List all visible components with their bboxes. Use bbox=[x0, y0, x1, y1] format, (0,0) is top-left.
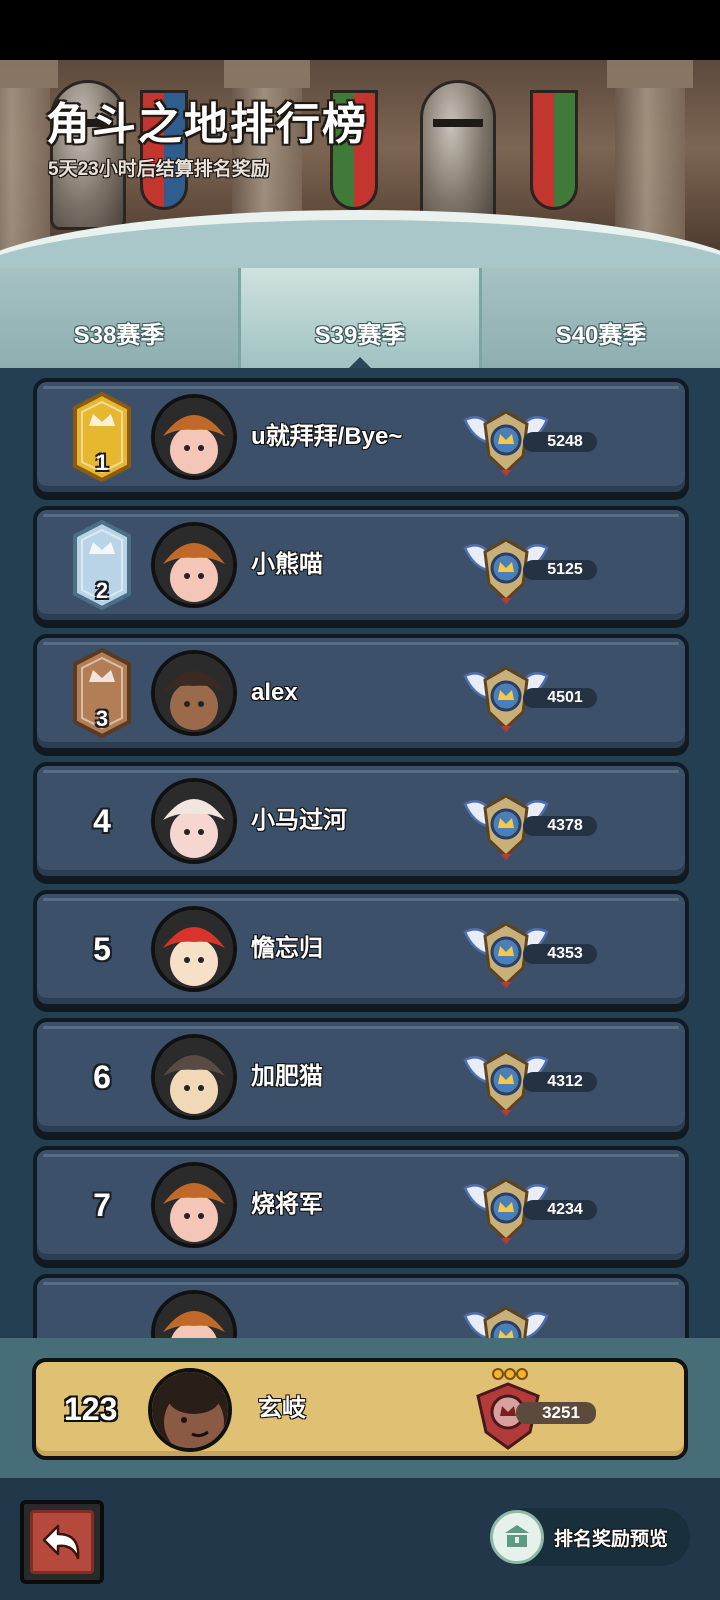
leaderboard-row[interactable]: 4 小马过河 4378 bbox=[33, 762, 689, 880]
my-rank-panel: 123 玄岐 3251 bbox=[0, 1338, 720, 1478]
rank-number: 7 bbox=[93, 1187, 111, 1223]
player-name: 憺忘归 bbox=[251, 935, 323, 962]
reward-preview-button[interactable]: 排名奖励预览 bbox=[490, 1508, 690, 1566]
rank-number: 6 bbox=[93, 1059, 111, 1095]
leaderboard-row[interactable]: 6 加肥猫 4312 bbox=[33, 1018, 689, 1136]
player-avatar[interactable] bbox=[151, 394, 237, 480]
player-name: 小熊喵 bbox=[251, 551, 323, 578]
player-avatar[interactable] bbox=[151, 1162, 237, 1248]
leaderboard-row[interactable]: 7 烧将军 4234 bbox=[33, 1146, 689, 1264]
status-bar bbox=[0, 0, 720, 60]
bottom-bar: 排名奖励预览 bbox=[0, 1478, 720, 1600]
player-score: 5248 bbox=[523, 432, 597, 452]
leaderboard-row[interactable]: 2 小熊喵 5125 bbox=[33, 506, 689, 624]
back-button[interactable] bbox=[20, 1500, 104, 1584]
player-score: 4501 bbox=[523, 688, 597, 708]
rank-number: 2 bbox=[95, 578, 109, 603]
back-arrow-icon bbox=[30, 1510, 94, 1574]
reward-chest-icon bbox=[490, 1510, 544, 1564]
player-score: 5125 bbox=[523, 560, 597, 580]
player-avatar[interactable] bbox=[151, 1290, 237, 1338]
knight-armor-decoration bbox=[420, 80, 496, 230]
winged-crown-emblem-icon bbox=[461, 1294, 551, 1338]
rank-number: 4 bbox=[93, 803, 111, 839]
my-player-name: 玄岐 bbox=[258, 1395, 306, 1422]
player-name: 加肥猫 bbox=[251, 1063, 323, 1090]
player-score: 4353 bbox=[523, 944, 597, 964]
settlement-countdown: 5天23小时后结算排名奖励 bbox=[48, 159, 270, 180]
player-avatar[interactable] bbox=[151, 522, 237, 608]
player-score: 4312 bbox=[523, 1072, 597, 1092]
leaderboard-row[interactable] bbox=[33, 1274, 689, 1338]
leaderboard-list[interactable]: 1 u就拜拜/Bye~ 5248 2 小熊喵 5125 3 alex 4501 … bbox=[0, 368, 720, 1338]
my-score: 3251 bbox=[516, 1402, 596, 1424]
my-rank-number: 123 bbox=[64, 1391, 118, 1427]
reward-preview-label: 排名奖励预览 bbox=[554, 1528, 669, 1550]
leaderboard-row[interactable]: 1 u就拜拜/Bye~ 5248 bbox=[33, 378, 689, 496]
season-tabs: S38赛季 S39赛季 S40赛季 bbox=[0, 268, 720, 369]
player-name: 烧将军 bbox=[251, 1191, 323, 1218]
player-name: u就拜拜/Bye~ bbox=[251, 423, 403, 450]
rank-number bbox=[67, 1278, 137, 1338]
rank-number: 1 bbox=[95, 450, 109, 475]
player-avatar[interactable] bbox=[151, 906, 237, 992]
player-name: 小马过河 bbox=[251, 807, 347, 834]
player-avatar[interactable] bbox=[151, 650, 237, 736]
my-avatar bbox=[148, 1368, 232, 1452]
player-avatar[interactable] bbox=[151, 778, 237, 864]
rank-number: 3 bbox=[95, 706, 109, 731]
player-avatar[interactable] bbox=[151, 1034, 237, 1120]
player-score: 4378 bbox=[523, 816, 597, 836]
player-score: 4234 bbox=[523, 1200, 597, 1220]
rank-number: 5 bbox=[93, 931, 111, 967]
leaderboard-row[interactable]: 3 alex 4501 bbox=[33, 634, 689, 752]
my-rank-row[interactable]: 123 玄岐 3251 bbox=[32, 1358, 688, 1460]
tab-s38[interactable]: S38赛季 bbox=[0, 268, 238, 368]
player-name: alex bbox=[251, 679, 298, 706]
header-banner: 角斗之地排行榜 5天23小时后结算排名奖励 bbox=[0, 60, 720, 280]
banner-decoration bbox=[530, 90, 578, 210]
page-title: 角斗之地排行榜 bbox=[46, 100, 368, 149]
tab-s39[interactable]: S39赛季 bbox=[238, 268, 482, 369]
leaderboard-row[interactable]: 5 憺忘归 4353 bbox=[33, 890, 689, 1008]
tab-s40[interactable]: S40赛季 bbox=[482, 268, 720, 368]
